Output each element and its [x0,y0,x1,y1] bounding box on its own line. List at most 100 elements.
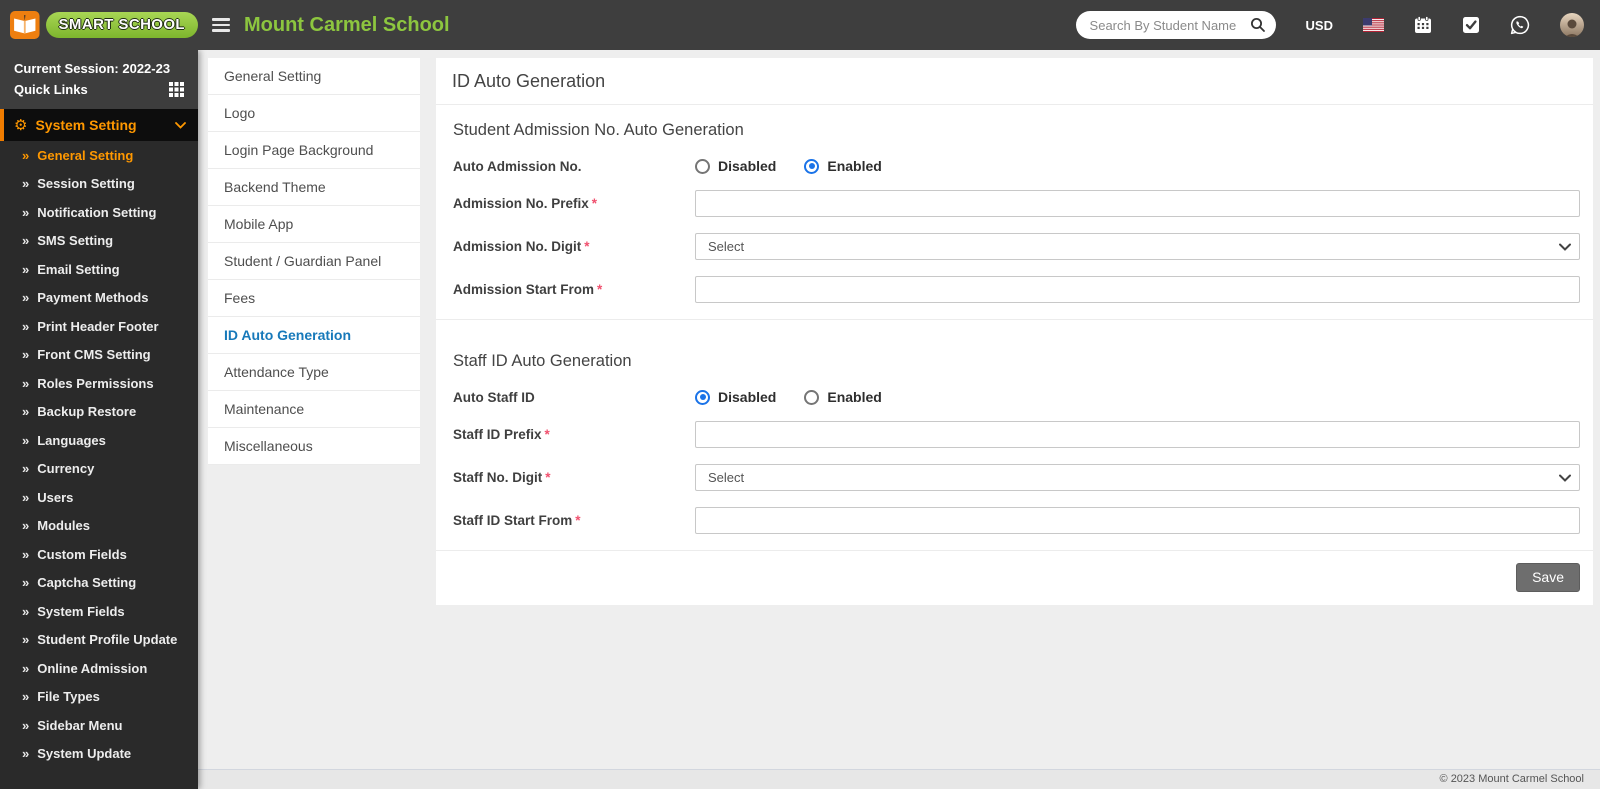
admission-start-from-input[interactable] [695,276,1580,303]
search-input[interactable] [1089,17,1250,33]
sidebar-item-sidebar-menu[interactable]: » Sidebar Menu [0,711,198,740]
sidebar-item-payment-methods[interactable]: » Payment Methods [0,284,198,313]
double-arrow-icon: » [22,204,30,220]
copyright-text: © 2023 Mount Carmel School [1439,773,1584,785]
sidebar-menu: » General Setting » Session Setting » Notif… [0,141,198,768]
double-arrow-icon: » [22,318,30,334]
page-title: ID Auto Generation [436,58,1593,105]
sidebar-item-custom-fields[interactable]: » Custom Fields [0,540,198,569]
staff-id-prefix-input[interactable] [695,421,1580,448]
student-search-box[interactable] [1075,11,1276,39]
required-asterisk: * [575,513,581,528]
auto-staff-disabled-option[interactable]: Disabled [695,389,776,405]
sidebar-item-file-types[interactable]: » File Types [0,683,198,712]
brand-name: SMART SCHOOL [45,12,198,38]
required-asterisk: * [545,470,551,485]
double-arrow-icon: » [22,432,30,448]
required-asterisk: * [591,196,598,211]
required-asterisk: * [597,282,603,297]
admission-start-from-label: Admission Start From * [453,282,603,297]
sidebar-item-currency[interactable]: » Currency [0,455,198,484]
sidebar-item-student-profile-update[interactable]: » Student Profile Update [0,626,198,655]
sidebar-item-general-setting[interactable]: » General Setting [0,141,198,170]
id-auto-generation-card: ID Auto Generation Student Admission No.… [436,58,1593,605]
todo-check-icon[interactable] [1462,16,1480,34]
sidebar-item-backup-restore[interactable]: » Backup Restore [0,398,198,427]
sidebar-item-system-fields[interactable]: » System Fields [0,597,198,626]
section-divider [436,319,1593,320]
auto-staff-id-label: Auto Staff ID [453,389,535,405]
sidebar-item-email-setting[interactable]: » Email Setting [0,255,198,284]
staff-section-heading: Staff ID Auto Generation [453,352,632,370]
double-arrow-icon: » [22,347,30,363]
save-button[interactable]: Save [1516,563,1580,592]
search-icon[interactable] [1250,17,1266,33]
subnav-item-logo[interactable]: Logo [208,95,420,132]
double-arrow-icon: » [22,261,30,277]
admission-no-prefix-input[interactable] [695,190,1580,217]
radio-checked-icon[interactable] [695,389,710,405]
auto-staff-radio-group: Disabled Enabled [695,389,1580,405]
auto-admission-enabled-option[interactable]: Enabled [804,158,882,174]
app-logo[interactable]: SMART SCHOOL [0,8,198,42]
language-flag-icon[interactable] [1363,18,1384,32]
whatsapp-icon[interactable] [1510,15,1530,35]
sidebar-item-sms-setting[interactable]: » SMS Setting [0,227,198,256]
sidebar-item-modules[interactable]: » Modules [0,512,198,541]
student-section-heading: Student Admission No. Auto Generation [453,121,744,139]
subnav-item-login-page-background[interactable]: Login Page Background [208,132,420,169]
radio-checked-icon[interactable] [804,158,820,174]
hamburger-menu-icon[interactable] [212,18,230,32]
sidebar-item-system-update[interactable]: » System Update [0,740,198,769]
student-admission-section: Student Admission No. Auto Generation Au… [436,105,1593,303]
sidebar-item-online-admission[interactable]: » Online Admission [0,654,198,683]
session-block: Current Session: 2022-23 Quick Links [0,50,198,109]
user-avatar[interactable] [1560,13,1584,37]
subnav-item-miscellaneous[interactable]: Miscellaneous [208,428,420,465]
subnav-item-backend-theme[interactable]: Backend Theme [208,169,420,206]
top-bar: SMART SCHOOL Mount Carmel School USD [0,0,1600,50]
subnav-item-mobile-app[interactable]: Mobile App [208,206,420,243]
double-arrow-icon: » [22,375,30,391]
double-arrow-icon: » [22,518,30,534]
subnav-item-fees[interactable]: Fees [208,280,420,317]
subnav-item-attendance-type[interactable]: Attendance Type [208,354,420,391]
double-arrow-icon: » [22,233,30,249]
admission-no-digit-select[interactable]: Select [695,233,1580,260]
sidebar-item-captcha-setting[interactable]: » Captcha Setting [0,569,198,598]
required-asterisk: * [584,239,590,254]
calendar-icon[interactable] [1414,16,1432,34]
currency-label[interactable]: USD [1306,18,1333,33]
auto-staff-enabled-option[interactable]: Enabled [804,389,882,405]
double-arrow-icon: » [22,290,30,306]
double-arrow-icon: » [22,404,30,420]
current-session-label: Current Session: 2022-23 [14,61,171,76]
sidebar-item-languages[interactable]: » Languages [0,426,198,455]
double-arrow-icon: » [22,746,30,762]
sidebar-item-notification-setting[interactable]: » Notification Setting [0,198,198,227]
staff-no-digit-select[interactable]: Select [695,464,1580,491]
sidebar-item-session-setting[interactable]: » Session Setting [0,170,198,199]
quick-links-label: Quick Links [14,82,88,97]
subnav-item-maintenance[interactable]: Maintenance [208,391,420,428]
staff-id-start-from-input[interactable] [695,507,1580,534]
subnav-item-id-auto-generation[interactable]: ID Auto Generation [208,317,420,354]
radio-unchecked-icon[interactable] [695,158,710,174]
double-arrow-icon: » [22,489,30,505]
sidebar-item-print-header-footer[interactable]: » Print Header Footer [0,312,198,341]
subnav-item-general-setting[interactable]: General Setting [208,58,420,95]
double-arrow-icon: » [22,546,30,562]
radio-unchecked-icon[interactable] [804,389,820,405]
admission-no-digit-label: Admission No. Digit * [453,239,590,254]
subnav-item-student-guardian-panel[interactable]: Student / Guardian Panel [208,243,420,280]
sidebar-item-roles-permissions[interactable]: » Roles Permissions [0,369,198,398]
double-arrow-icon: » [22,660,30,676]
auto-admission-no-label: Auto Admission No. [453,158,582,174]
sidebar-section-system-setting[interactable]: ⚙ System Setting [0,109,198,141]
sidebar-item-front-cms-setting[interactable]: » Front CMS Setting [0,341,198,370]
sidebar-item-users[interactable]: » Users [0,483,198,512]
auto-admission-disabled-option[interactable]: Disabled [695,158,776,174]
settings-subnav: General Setting Logo Login Page Backgrou… [208,58,420,465]
book-logo-icon [10,11,40,39]
quick-links-grid-icon[interactable] [169,82,184,97]
